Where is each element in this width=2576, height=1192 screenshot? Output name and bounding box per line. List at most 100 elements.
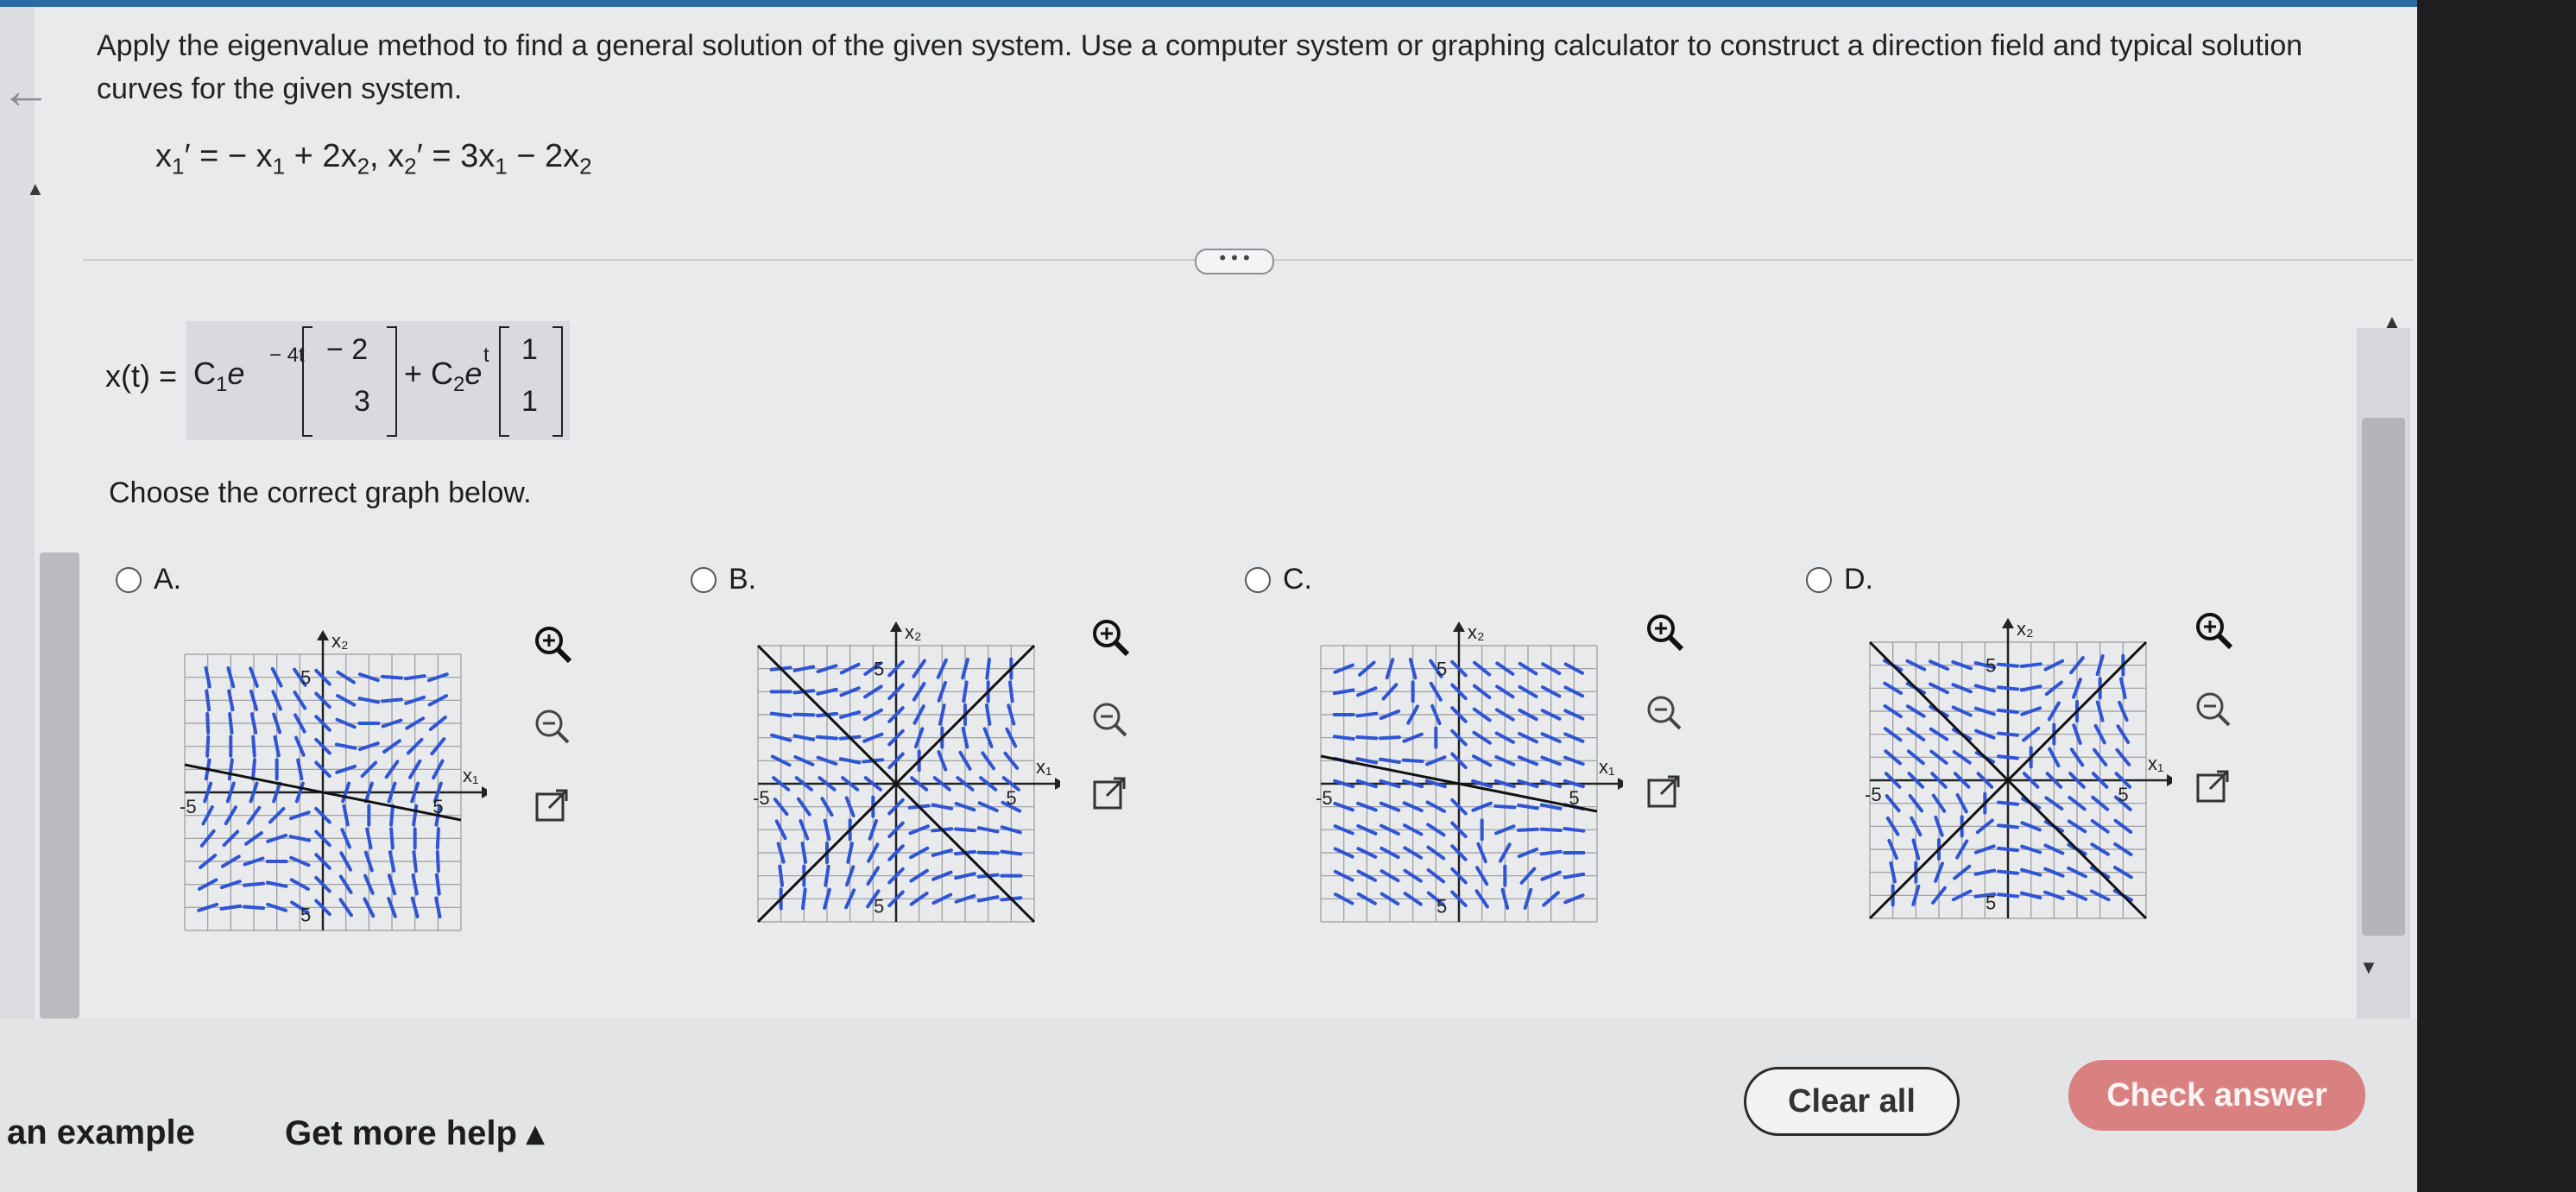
field-arrow [1997, 892, 2019, 899]
field-arrow [839, 710, 862, 719]
view-example-link[interactable]: an example [7, 1113, 195, 1152]
zoom-in-icon[interactable] [1086, 613, 1134, 661]
tick-label-left: -5 [753, 787, 770, 809]
left-scroll-up-icon[interactable]: ▲ [26, 178, 45, 200]
x-axis-arrow-icon [1055, 778, 1060, 790]
field-arrow [435, 827, 440, 850]
option-d-radio[interactable] [1806, 566, 1832, 593]
field-arrow [2019, 891, 2042, 900]
tick-label-right: 5 [1006, 787, 1016, 809]
open-new-window-icon[interactable] [2189, 763, 2238, 811]
y-axis-arrow-icon [1453, 621, 1465, 632]
y-axis-arrow-icon [890, 621, 902, 632]
field-arrow [273, 735, 281, 758]
back-arrow-icon[interactable]: ← [0, 60, 52, 120]
field-arrow [792, 665, 816, 672]
option-b[interactable]: B. [691, 563, 756, 596]
tick-label-right: 5 [1569, 787, 1579, 809]
field-arrow [1500, 887, 1510, 910]
zoom-out-icon[interactable] [1640, 689, 1689, 737]
window-edge [2417, 0, 2576, 1192]
field-arrow [1539, 849, 1563, 856]
zoom-out-icon[interactable] [1086, 696, 1134, 744]
field-arrow [1355, 735, 1379, 741]
field-arrow [434, 896, 442, 919]
field-arrow [389, 804, 395, 827]
right-scrollbar[interactable] [2362, 418, 2405, 936]
field-arrow [205, 712, 211, 735]
field-arrow [1493, 804, 1517, 810]
tick-label-bottom: 5 [874, 895, 884, 917]
field-arrow [1332, 735, 1355, 741]
field-arrow [792, 712, 816, 717]
field-arrow [816, 687, 838, 696]
field-arrow [1408, 658, 1417, 680]
field-arrow [1997, 754, 2019, 760]
option-a-radio[interactable] [116, 566, 142, 593]
question-text: Apply the eigenvalue method to find a ge… [97, 29, 2303, 105]
field-arrow [227, 689, 235, 712]
expand-more-button[interactable]: • • • [1195, 249, 1274, 274]
zoom-in-icon[interactable] [528, 620, 577, 668]
field-arrow [1563, 872, 1586, 880]
field-arrow [357, 697, 381, 704]
clear-all-button[interactable]: Clear all [1744, 1067, 1960, 1136]
field-arrow [1997, 731, 2019, 737]
field-arrow [2095, 700, 2105, 722]
field-arrow [1517, 803, 1539, 810]
open-new-window-icon[interactable] [1086, 770, 1134, 818]
zoom-out-icon[interactable] [2189, 685, 2238, 734]
field-arrow [410, 896, 420, 918]
tick-label-top: 5 [1436, 659, 1447, 680]
zoom-in-icon[interactable] [1640, 608, 1689, 656]
field-arrow [800, 842, 808, 864]
zoom-in-icon[interactable] [2189, 606, 2238, 654]
left-scrollbar[interactable] [40, 552, 79, 1019]
right-scroll-down-icon[interactable]: ▼ [2359, 956, 2378, 979]
field-arrow [226, 666, 236, 689]
open-new-window-icon[interactable] [528, 782, 577, 830]
tick-label-bottom: 5 [1986, 892, 1996, 913]
field-arrow [1517, 827, 1539, 832]
option-c-radio[interactable] [1245, 566, 1271, 593]
option-d-graph: x₂ x₁ 5 5 -5 5 [1865, 618, 2172, 920]
vector2-top: 1 [521, 333, 538, 366]
field-arrow [961, 726, 969, 749]
field-arrow [1973, 868, 1997, 876]
zoom-out-icon[interactable] [528, 703, 577, 751]
x-axis-label: x₁ [463, 765, 478, 786]
field-arrow [1355, 711, 1379, 718]
field-arrow [435, 850, 440, 873]
tick-label-left: -5 [1316, 787, 1333, 809]
field-arrow [1997, 662, 2019, 668]
option-b-radio[interactable] [691, 566, 717, 593]
answer-constant-2: + C2e [404, 356, 483, 397]
field-arrow [1973, 684, 1996, 693]
field-arrow [1997, 685, 2019, 691]
right-scroll-up-icon[interactable]: ▲ [2383, 311, 2402, 333]
x-axis-arrow-icon [1618, 778, 1623, 790]
get-more-help-link[interactable]: Get more help ▴ [285, 1113, 544, 1153]
field-arrow [381, 674, 403, 680]
field-arrow [228, 712, 234, 735]
field-arrow [403, 674, 426, 681]
field-arrow [1379, 757, 1401, 765]
field-arrow [823, 818, 831, 842]
y-axis-arrow-icon [317, 630, 329, 640]
field-arrow [389, 827, 395, 850]
tick-label-top: 5 [300, 667, 311, 689]
check-answer-button[interactable]: Check answer [2068, 1060, 2365, 1131]
field-arrow [954, 872, 976, 880]
field-arrow [365, 827, 373, 850]
open-new-window-icon[interactable] [1640, 768, 1689, 817]
field-arrow [778, 864, 785, 887]
field-arrow [412, 850, 418, 873]
option-c[interactable]: C. [1245, 563, 1312, 596]
field-arrow [823, 887, 831, 910]
option-b-label: B. [729, 563, 757, 596]
field-arrow [204, 665, 212, 689]
option-a[interactable]: A. [116, 563, 181, 596]
field-arrow [1379, 735, 1401, 741]
option-d[interactable]: D. [1806, 563, 1873, 596]
vector2-bottom: 1 [521, 385, 538, 418]
